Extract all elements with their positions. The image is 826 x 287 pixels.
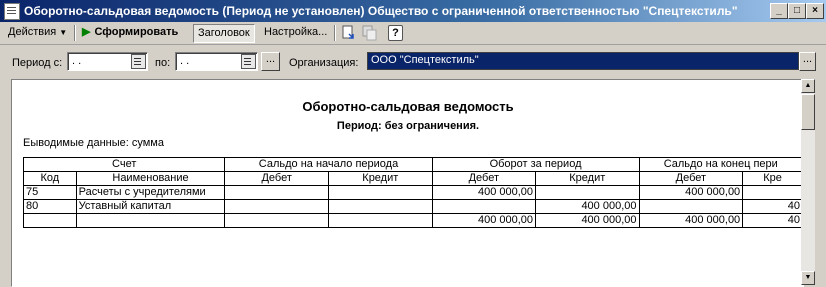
- maximize-button[interactable]: □: [788, 3, 806, 19]
- table-cell[interactable]: [75, 213, 226, 228]
- report-period: Период: без ограничения.: [336, 120, 480, 132]
- table-cell[interactable]: 400 000,00: [535, 213, 640, 228]
- scroll-down-arrow-icon[interactable]: ▼: [801, 271, 815, 285]
- period-from-field[interactable]: . .: [67, 52, 148, 71]
- table-cell[interactable]: Расчеты с учредителями: [75, 185, 226, 200]
- organization-value: ООО "Спецтекстиль": [371, 54, 479, 66]
- organization-label: Организация:: [289, 57, 359, 69]
- document-icon: [4, 3, 20, 20]
- actions-label: Действия: [8, 26, 57, 38]
- table-cell[interactable]: 80: [23, 199, 77, 214]
- toolbar-separator: [74, 25, 76, 41]
- toolbar-separator: [334, 25, 336, 41]
- table-cell[interactable]: [327, 185, 433, 200]
- generate-button[interactable]: ▶ Сформировать: [78, 24, 182, 41]
- table-cell[interactable]: [224, 185, 329, 200]
- table-cell[interactable]: 400 000,00: [431, 213, 537, 228]
- table-cell[interactable]: 400 000,00: [431, 185, 537, 200]
- actions-menu[interactable]: Действия ▼: [4, 24, 71, 41]
- table-row[interactable]: 80 Уставный капитал 400 000,00 40: [23, 199, 803, 214]
- column-header: Кре: [742, 171, 803, 186]
- header-account: Счет: [22, 157, 226, 172]
- column-header: Кредит: [327, 171, 433, 186]
- report-area[interactable]: Оборотно-сальдовая ведомость Период: без…: [11, 79, 804, 287]
- header-turnover: Оборот за период: [431, 157, 640, 172]
- header-opening-balance: Сальдо на начало периода: [224, 157, 433, 172]
- header-toggle-button[interactable]: Заголовок: [193, 24, 255, 43]
- table-cell[interactable]: [224, 199, 329, 214]
- table-row[interactable]: 75 Расчеты с учредителями 400 000,00 400…: [23, 185, 803, 200]
- generate-label: Сформировать: [94, 26, 179, 38]
- calendar-icon[interactable]: [131, 54, 146, 69]
- table-header-row: Счет Сальдо на начало периода Оборот за …: [22, 157, 803, 172]
- table-cell[interactable]: [535, 185, 640, 200]
- window-title: Оборотно-сальдовая ведомость (Период не …: [24, 4, 738, 18]
- totals-row[interactable]: 400 000,00 400 000,00 400 000,00 40: [23, 213, 803, 228]
- table-cell[interactable]: Уставный капитал: [75, 199, 226, 214]
- table-cell[interactable]: [327, 199, 433, 214]
- vertical-scrollbar[interactable]: ▲ ▼: [801, 79, 815, 285]
- scroll-up-arrow-icon[interactable]: ▲: [801, 79, 815, 93]
- scroll-thumb[interactable]: [801, 94, 815, 130]
- window-titlebar: Оборотно-сальдовая ведомость (Период не …: [0, 0, 826, 22]
- parameters-panel: Период с: . . по: . . ... Организация: О…: [0, 46, 826, 76]
- period-to-value: . .: [180, 55, 190, 67]
- report-table: Счет Сальдо на начало периода Оборот за …: [22, 157, 803, 228]
- table-cell[interactable]: 40: [742, 199, 803, 214]
- column-header: Наименование: [75, 171, 226, 186]
- table-cell[interactable]: 400 000,00: [638, 185, 744, 200]
- header-closing-balance: Сальдо на конец пери: [638, 157, 803, 172]
- table-cell[interactable]: 40: [742, 213, 803, 228]
- table-subheader-row: Код Наименование Дебет Кредит Дебет Кред…: [23, 171, 803, 186]
- table-cell[interactable]: [638, 199, 744, 214]
- period-from-label: Период с:: [12, 57, 63, 69]
- table-cell[interactable]: [431, 199, 537, 214]
- report-output-info: Еыводимые данные: сумма: [23, 137, 164, 149]
- period-to-label: по:: [155, 57, 171, 69]
- play-icon: ▶: [82, 26, 91, 38]
- settings-button[interactable]: Настройка...: [260, 24, 331, 41]
- column-header: Дебет: [224, 171, 329, 186]
- table-cell[interactable]: 400 000,00: [535, 199, 640, 214]
- organization-field[interactable]: ООО "Спецтекстиль": [367, 52, 799, 70]
- dropdown-arrow-icon: ▼: [59, 28, 68, 37]
- table-cell[interactable]: 400 000,00: [638, 213, 744, 228]
- calendar-icon[interactable]: [241, 54, 256, 69]
- organization-select-button[interactable]: ...: [799, 52, 816, 71]
- period-from-value: . .: [72, 55, 82, 67]
- minimize-button[interactable]: _: [770, 3, 788, 19]
- table-cell[interactable]: [742, 185, 803, 200]
- table-cell[interactable]: [224, 213, 329, 228]
- period-select-button[interactable]: ...: [261, 52, 280, 71]
- copy-icon[interactable]: [362, 25, 378, 41]
- column-header: Дебет: [431, 171, 537, 186]
- close-button[interactable]: ×: [806, 3, 824, 19]
- refresh-icon[interactable]: [341, 25, 357, 41]
- column-header: Дебет: [638, 171, 744, 186]
- column-header: Кредит: [535, 171, 640, 186]
- period-to-field[interactable]: . .: [175, 52, 258, 71]
- report-title: Оборотно-сальдовая ведомость: [302, 99, 514, 114]
- table-cell[interactable]: 75: [23, 185, 77, 200]
- toolbar: Действия ▼ ▶ Сформировать Заголовок Настр…: [0, 22, 826, 45]
- column-header: Код: [23, 171, 77, 186]
- table-cell[interactable]: [23, 213, 77, 228]
- table-cell[interactable]: [327, 213, 433, 228]
- help-icon[interactable]: ?: [388, 25, 403, 41]
